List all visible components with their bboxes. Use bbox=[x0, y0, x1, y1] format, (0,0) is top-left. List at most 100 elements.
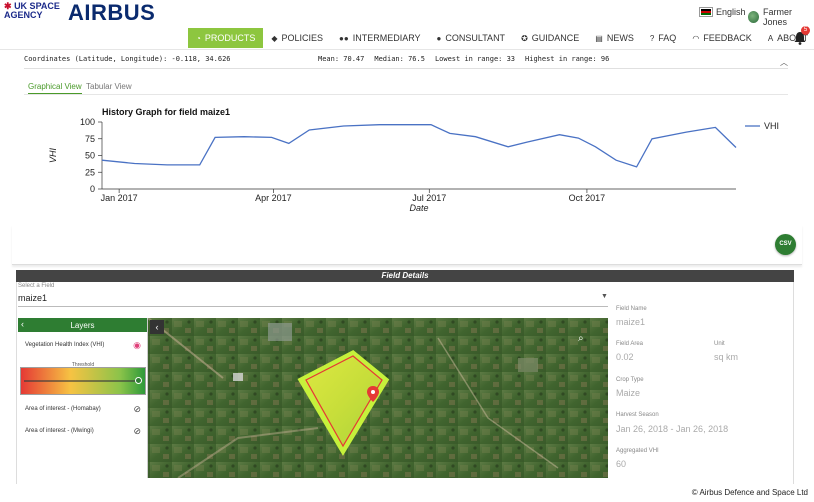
field-select[interactable]: maize1 bbox=[18, 293, 47, 303]
unit-value: sq km bbox=[714, 352, 739, 362]
x-tick-label: Jan 2017 bbox=[101, 193, 138, 203]
select-field-label: Select a Field bbox=[18, 283, 55, 289]
layer-aoi-homabay[interactable]: Area of interest - (Homabay) ⊘ bbox=[18, 404, 148, 415]
field-details-header: Field Details bbox=[16, 270, 794, 282]
nav-label: INTERMEDIARY bbox=[352, 33, 421, 43]
eye-icon[interactable]: ◉ bbox=[133, 340, 141, 351]
series-line-vhi bbox=[101, 124, 737, 168]
nav-label: POLICIES bbox=[281, 33, 324, 43]
user-menu[interactable]: Farmer Jones bbox=[748, 7, 814, 27]
x-tick-label: Apr 2017 bbox=[255, 193, 292, 203]
nav-label: CONSULTANT bbox=[445, 33, 506, 43]
stat-median: Median: 76.5 bbox=[374, 55, 425, 63]
kenya-flag-icon bbox=[699, 7, 713, 17]
unit-label: Unit bbox=[714, 341, 725, 347]
main-nav: ◔ PRODUCTS ◆ POLICIES ●● INTERMEDIARY ● CONS… bbox=[188, 28, 814, 48]
harvest-season-value: Jan 26, 2018 - Jan 26, 2018 bbox=[616, 424, 729, 434]
crop-type-value: Maize bbox=[616, 388, 641, 398]
nav-news[interactable]: ▤ NEWS bbox=[587, 28, 642, 48]
nav-policies[interactable]: ◆ POLICIES bbox=[263, 28, 331, 48]
coordinates-text: Coordinates (Latitude, Longitude): -0.11… bbox=[24, 55, 231, 63]
eye-slash-icon[interactable]: ⊘ bbox=[133, 404, 141, 415]
layers-panel: ‹ Layers Vegetation Health Index (VHI) ◉… bbox=[18, 318, 148, 478]
uk-space-agency-logo[interactable]: ✱ UK SPACE AGENCY bbox=[4, 2, 66, 22]
field-name-label: Field Name bbox=[616, 306, 647, 312]
collapse-layers-button[interactable]: ‹ bbox=[150, 320, 164, 334]
newspaper-icon: ▤ bbox=[595, 33, 603, 43]
nav-feedback[interactable]: ◠ FEEDBACK bbox=[684, 28, 760, 48]
aggregated-vhi-label: Aggregated VHI bbox=[616, 448, 659, 454]
y-tick-label: 0 bbox=[90, 184, 95, 194]
logo-text-line2: AGENCY bbox=[4, 10, 43, 20]
tab-tabular-view[interactable]: Tabular View bbox=[86, 82, 132, 93]
stats-summary: Mean: 70.47 Median: 76.5 Lowest in range… bbox=[318, 55, 609, 63]
select-underline bbox=[18, 306, 608, 307]
layer-aoi-mwingi[interactable]: Area of interest - (Mwingi) ⊘ bbox=[18, 426, 148, 437]
field-area-label: Field Area bbox=[616, 341, 644, 347]
chart-panel-footer bbox=[12, 225, 802, 265]
vhi-history-chart: 0 25 50 75 100 Jan 2017 Apr 2017 Jul 2017 Oct 20… bbox=[48, 117, 779, 212]
y-tick-label: 50 bbox=[85, 151, 95, 161]
compass-icon: ✪ bbox=[521, 33, 528, 43]
chevron-left-icon[interactable]: ‹ bbox=[21, 319, 24, 329]
field-area-value: 0.02 bbox=[616, 352, 634, 362]
y-tick-label: 75 bbox=[85, 134, 95, 144]
language-selector[interactable]: English bbox=[699, 7, 746, 17]
eye-slash-icon[interactable]: ⊘ bbox=[133, 426, 141, 437]
layer-aoi-mwingi-label: Area of interest - (Mwingi) bbox=[25, 428, 94, 434]
x-tick-label: Oct 2017 bbox=[569, 193, 606, 203]
tab-underline bbox=[24, 94, 788, 95]
airbus-logo[interactable]: AIRBUS bbox=[68, 0, 155, 26]
font-icon: A bbox=[767, 33, 774, 43]
nav-label: GUIDANCE bbox=[531, 33, 580, 43]
nav-guidance[interactable]: ✪ GUIDANCE bbox=[513, 28, 587, 48]
nav-intermediary[interactable]: ●● INTERMEDIARY bbox=[331, 28, 429, 48]
user-icon: ● bbox=[436, 33, 442, 43]
layer-vhi-label: Vegetation Health Index (VHI) bbox=[25, 342, 105, 348]
threshold-slider[interactable] bbox=[24, 380, 142, 382]
notification-badge: 5 bbox=[801, 26, 810, 35]
threshold-slider-handle[interactable] bbox=[135, 377, 142, 384]
layers-header: ‹ Layers bbox=[18, 318, 147, 332]
nav-label: FAQ bbox=[658, 33, 677, 43]
nav-consultant[interactable]: ● CONSULTANT bbox=[429, 28, 514, 48]
y-axis-label: VHI bbox=[48, 148, 58, 164]
aggregated-vhi-value: 60 bbox=[616, 459, 627, 469]
footer-copyright: © Airbus Defence and Space Ltd bbox=[0, 484, 814, 502]
x-tick-label: Jul 2017 bbox=[412, 193, 446, 203]
nav-label: NEWS bbox=[606, 33, 634, 43]
y-tick-label: 100 bbox=[80, 117, 95, 127]
avatar bbox=[748, 11, 760, 23]
csv-download-button[interactable]: CSV bbox=[775, 234, 796, 255]
rss-icon: ◠ bbox=[692, 33, 700, 43]
user-name: Farmer Jones bbox=[763, 7, 793, 27]
language-label: English bbox=[716, 7, 746, 17]
stat-mean: Mean: 70.47 bbox=[318, 55, 365, 63]
nav-label: FEEDBACK bbox=[703, 33, 752, 43]
tab-graphical-view[interactable]: Graphical View bbox=[28, 82, 82, 94]
field-name-value: maize1 bbox=[616, 317, 646, 327]
stat-lowest: Lowest in range: 33 bbox=[434, 55, 516, 63]
nav-products[interactable]: ◔ PRODUCTS bbox=[188, 28, 264, 48]
layers-title: Layers bbox=[70, 320, 95, 330]
question-icon: ? bbox=[649, 33, 655, 43]
nav-faq[interactable]: ? FAQ bbox=[642, 28, 684, 48]
top-bar: ✱ UK SPACE AGENCY AIRBUS English Farmer … bbox=[0, 0, 814, 50]
users-icon: ●● bbox=[339, 33, 349, 43]
chevron-up-icon[interactable]: ︿ bbox=[780, 57, 788, 68]
chevron-down-icon[interactable]: ▼ bbox=[601, 293, 608, 300]
tag-icon: ◆ bbox=[271, 33, 278, 43]
nav-label: PRODUCTS bbox=[204, 33, 256, 43]
dashboard-icon: ◔ bbox=[196, 33, 201, 43]
app-root: ✱ UK SPACE AGENCY AIRBUS English Farmer … bbox=[0, 0, 814, 502]
stat-highest: Highest in range: 96 bbox=[525, 55, 610, 63]
crop-type-label: Crop Type bbox=[616, 377, 644, 383]
divider bbox=[24, 68, 788, 69]
x-axis-label: Date bbox=[409, 203, 428, 212]
legend-label: VHI bbox=[764, 121, 779, 131]
y-tick-label: 25 bbox=[85, 167, 95, 177]
layer-aoi-homabay-label: Area of interest - (Homabay) bbox=[25, 406, 101, 412]
layer-vhi[interactable]: Vegetation Health Index (VHI) ◉ bbox=[18, 340, 148, 351]
harvest-season-label: Harvest Season bbox=[616, 412, 659, 418]
search-icon[interactable]: ⌕ bbox=[578, 333, 584, 344]
